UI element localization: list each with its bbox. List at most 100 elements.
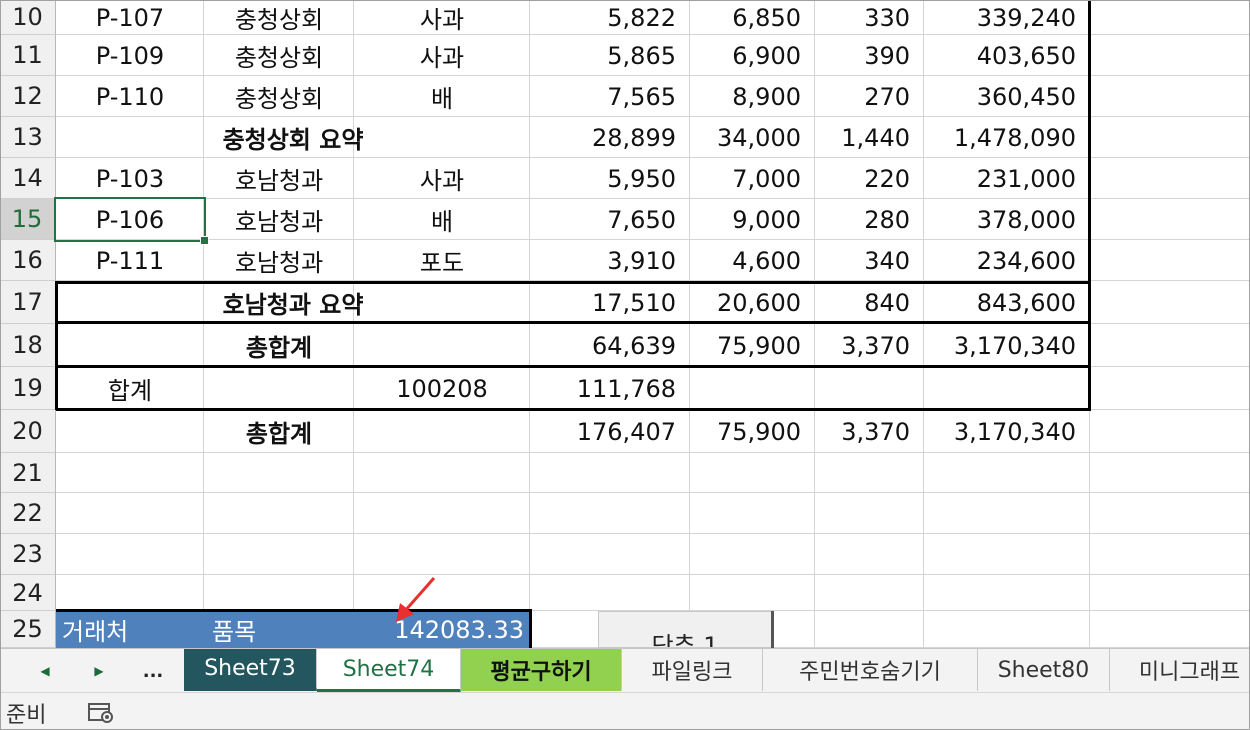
value-cell[interactable]: 3,370 <box>815 410 924 453</box>
product-code-cell[interactable]: P-103 <box>56 158 204 199</box>
value-cell[interactable]: 111,768 <box>530 367 690 410</box>
sheet-tab-5[interactable]: 주민번호숨기기 <box>763 649 978 691</box>
value-cell[interactable]: 340 <box>815 240 924 281</box>
vendor-cell[interactable]: 충청상회 <box>204 35 354 76</box>
value-cell[interactable]: 840 <box>815 281 924 324</box>
row-header-19[interactable]: 19 <box>0 367 56 410</box>
value-cell[interactable]: 75,900 <box>690 410 815 453</box>
value-cell[interactable]: 6,900 <box>690 35 815 76</box>
value-cell[interactable]: 378,000 <box>924 199 1090 240</box>
value-cell[interactable]: 220 <box>815 158 924 199</box>
row-header-18[interactable]: 18 <box>0 324 56 367</box>
pivot-header-col2[interactable]: 품목 <box>204 611 354 648</box>
value-cell[interactable]: 64,639 <box>530 324 690 367</box>
active-cell-selection[interactable] <box>54 197 206 242</box>
summary-label-cell[interactable]: 충청상회 요약 <box>56 117 530 158</box>
value-cell[interactable]: 390 <box>815 35 924 76</box>
product-code-cell[interactable]: P-110 <box>56 76 204 117</box>
value-cell[interactable]: 28,899 <box>530 117 690 158</box>
row-header-22[interactable]: 22 <box>0 493 56 534</box>
row-header-17[interactable]: 17 <box>0 281 56 324</box>
tab-more-button[interactable]: ... <box>128 649 178 693</box>
value-cell[interactable]: 75,900 <box>690 324 815 367</box>
product-code-cell[interactable]: P-109 <box>56 35 204 76</box>
item-cell[interactable]: 사과 <box>354 158 530 199</box>
value-cell[interactable]: 1,478,090 <box>924 117 1090 158</box>
value-cell[interactable]: 843,600 <box>924 281 1090 324</box>
tab-scroll-next-button[interactable]: ▶ <box>74 649 124 693</box>
sheet-tab-2[interactable]: Sheet74 <box>317 649 461 693</box>
value-cell[interactable]: 403,650 <box>924 35 1090 76</box>
row-header-12[interactable]: 12 <box>0 76 56 117</box>
value-cell[interactable]: 34,000 <box>690 117 815 158</box>
value-cell[interactable]: 3,910 <box>530 240 690 281</box>
fill-handle[interactable] <box>200 236 209 245</box>
row-header-10[interactable]: 10 <box>0 0 56 35</box>
value-cell[interactable]: 3,370 <box>815 324 924 367</box>
sheet-tab-1[interactable]: Sheet73 <box>184 649 317 691</box>
value-cell[interactable]: 3,170,340 <box>924 410 1090 453</box>
product-code-cell[interactable]: P-111 <box>56 240 204 281</box>
sheet-tab-3[interactable]: 평균구하기 <box>461 649 622 691</box>
row-header-11[interactable]: 11 <box>0 35 56 76</box>
row-header-16[interactable]: 16 <box>0 240 56 281</box>
row-header-13[interactable]: 13 <box>0 117 56 158</box>
row-header-15[interactable]: 15 <box>0 199 56 240</box>
pivot-header-col3[interactable]: 142083.33 <box>354 611 530 648</box>
sheet-tab-6[interactable]: Sheet80 <box>978 649 1110 691</box>
row-header-23[interactable]: 23 <box>0 534 56 575</box>
form-button-shape[interactable]: 단추 1 <box>598 611 772 648</box>
value-cell[interactable]: 5,950 <box>530 158 690 199</box>
sheet-tab-label: 파일링크 <box>651 660 733 685</box>
row-header-20[interactable]: 20 <box>0 410 56 453</box>
value-cell[interactable]: 1,440 <box>815 117 924 158</box>
value-cell[interactable]: 20,600 <box>690 281 815 324</box>
value-cell[interactable]: 17,510 <box>530 281 690 324</box>
item-cell[interactable]: 배 <box>354 76 530 117</box>
value-cell[interactable]: 5,822 <box>530 0 690 35</box>
value-cell[interactable]: 7,565 <box>530 76 690 117</box>
item-cell[interactable]: 포도 <box>354 240 530 281</box>
vendor-cell[interactable]: 충청상회 <box>204 0 354 35</box>
row-header-25[interactable]: 25 <box>0 611 56 648</box>
grand-total-label-cell[interactable]: 총합계 <box>204 324 354 367</box>
value-cell[interactable]: 270 <box>815 76 924 117</box>
item-cell[interactable]: 사과 <box>354 0 530 35</box>
sheet-tab-label: 주민번호숨기기 <box>799 660 941 685</box>
value-cell[interactable]: 330 <box>815 0 924 35</box>
value-cell[interactable]: 8,900 <box>690 76 815 117</box>
vendor-cell[interactable]: 호남청과 <box>204 199 354 240</box>
value-cell[interactable]: 280 <box>815 199 924 240</box>
tab-scroll-prev-button[interactable]: ◀ <box>20 649 70 693</box>
value-cell[interactable]: 339,240 <box>924 0 1090 35</box>
pivot-header-col1[interactable]: 거래처 <box>56 611 204 648</box>
value-cell[interactable]: 234,600 <box>924 240 1090 281</box>
value-cell[interactable]: 9,000 <box>690 199 815 240</box>
sum-label-cell[interactable]: 합계 <box>56 367 204 410</box>
value-cell[interactable]: 7,650 <box>530 199 690 240</box>
sheet-tab-7[interactable]: 미니그래프 <box>1110 649 1250 691</box>
item-cell[interactable]: 배 <box>354 199 530 240</box>
row-header-14[interactable]: 14 <box>0 158 56 199</box>
value-cell[interactable]: 360,450 <box>924 76 1090 117</box>
sheet-tab-4[interactable]: 파일링크 <box>622 649 763 691</box>
grand-total-label-cell[interactable]: 총합계 <box>204 410 354 453</box>
vendor-cell[interactable]: 호남청과 <box>204 240 354 281</box>
value-cell[interactable]: 176,407 <box>530 410 690 453</box>
vendor-cell[interactable]: 호남청과 <box>204 158 354 199</box>
value-cell[interactable]: 4,600 <box>690 240 815 281</box>
value-cell[interactable]: 100208 <box>354 367 530 410</box>
value-cell[interactable]: 7,000 <box>690 158 815 199</box>
value-cell[interactable]: 6,850 <box>690 0 815 35</box>
status-ready-text: 준비 <box>6 703 47 728</box>
macro-record-icon[interactable] <box>88 701 116 725</box>
row-header-21[interactable]: 21 <box>0 453 56 493</box>
row-header-24[interactable]: 24 <box>0 575 56 611</box>
item-cell[interactable]: 사과 <box>354 35 530 76</box>
summary-label-cell[interactable]: 호남청과 요약 <box>56 281 530 324</box>
product-code-cell[interactable]: P-107 <box>56 0 204 35</box>
vendor-cell[interactable]: 충청상회 <box>204 76 354 117</box>
value-cell[interactable]: 3,170,340 <box>924 324 1090 367</box>
value-cell[interactable]: 5,865 <box>530 35 690 76</box>
value-cell[interactable]: 231,000 <box>924 158 1090 199</box>
